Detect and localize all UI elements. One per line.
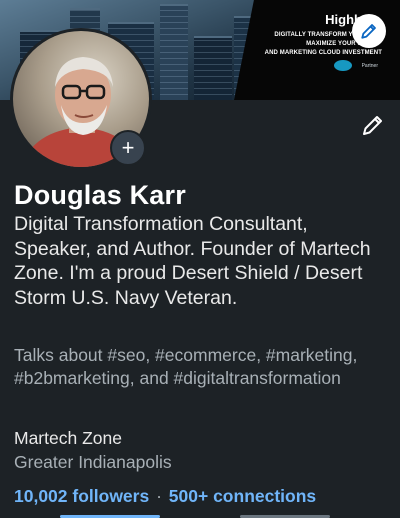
banner-building <box>160 4 188 100</box>
network-stats: 10,002 followers · 500+ connections <box>14 486 316 507</box>
edit-profile-button[interactable] <box>360 112 386 138</box>
talks-about[interactable]: Talks about #seo, #ecommerce, #marketing… <box>14 344 390 389</box>
salesforce-logo-icon <box>334 60 352 71</box>
pencil-icon <box>361 24 376 39</box>
profile-name: Douglas Karr <box>14 180 186 210</box>
followers-link[interactable]: 10,002 followers <box>14 486 149 506</box>
banner-partner-label: Partner <box>361 63 378 69</box>
connections-link[interactable]: 500+ connections <box>169 486 316 506</box>
pencil-icon <box>363 116 382 135</box>
banner-building <box>194 36 232 100</box>
add-photo-button[interactable]: + <box>110 130 146 166</box>
banner-line: AND MARKETING CLOUD INVESTMENT <box>264 50 382 56</box>
edit-banner-button[interactable] <box>352 14 386 48</box>
profile-headline: Digital Transformation Consultant, Speak… <box>14 213 371 309</box>
plus-icon: + <box>121 135 135 160</box>
current-company[interactable]: Martech Zone <box>14 428 122 449</box>
profile-location: Greater Indianapolis <box>14 452 172 472</box>
stats-separator: · <box>156 486 162 506</box>
